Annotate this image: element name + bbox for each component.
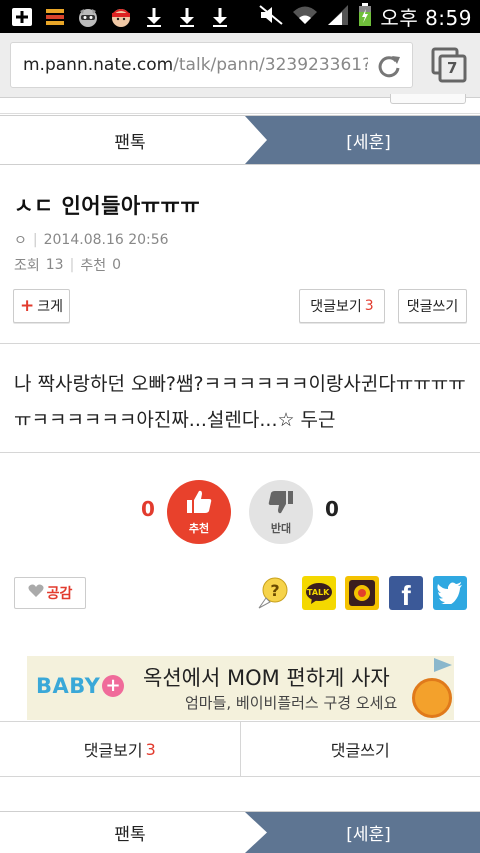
facebook-share-icon[interactable]: f: [389, 576, 423, 611]
ad-brand-text: BABY: [36, 674, 101, 698]
avatar-icon: [109, 6, 133, 28]
ad-brand: BABY +: [36, 674, 125, 698]
ad-plus-icon: +: [102, 674, 125, 697]
post-title: ㅅㄷ 인어들아ㅠㅠㅠ: [14, 194, 201, 218]
facebook-label: f: [401, 580, 411, 611]
empathy-label: 공감: [46, 586, 73, 602]
kakaotalk-share-icon[interactable]: TALK: [302, 576, 336, 610]
recommend-button[interactable]: 추천: [167, 480, 231, 544]
font-size-label: 크게: [37, 299, 63, 315]
bottom-write-comment-button[interactable]: 댓글쓰기: [239, 722, 480, 776]
kakaotalk-label: TALK: [307, 588, 330, 597]
stack-icon: [43, 6, 67, 28]
download-icon: [142, 6, 166, 28]
battery-icon: [358, 2, 372, 31]
bottom-tab-fantalk[interactable]: 팬톡: [0, 812, 260, 853]
download-icon: [208, 6, 232, 28]
view-comments-label: 댓글보기: [310, 299, 362, 315]
plus-icon: +: [19, 296, 35, 316]
bottom-comment-count: 3: [145, 739, 156, 759]
url-field[interactable]: m.pann.nate.com/talk/pann/323923361?cur: [10, 42, 413, 88]
browser-toolbar: m.pann.nate.com/talk/pann/323923361?cur …: [0, 33, 480, 98]
url-path: /talk/pann/323923361?cur: [173, 55, 368, 75]
recommend-label: 추천: [80, 258, 107, 274]
bottom-tab-sehun[interactable]: [세훈]: [245, 812, 480, 853]
post-date: 2014.08.16 20:56: [43, 232, 169, 248]
recommend-label: 추천: [188, 521, 210, 535]
divider: [0, 452, 480, 453]
font-size-button[interactable]: + 크게: [13, 289, 70, 323]
bottom-view-comments-button[interactable]: 댓글보기 3: [0, 722, 240, 776]
recommend-count: 0: [112, 257, 121, 273]
comment-count: 3: [364, 298, 374, 314]
tab-sehun[interactable]: [세훈]: [245, 116, 480, 164]
bottom-view-comments-label: 댓글보기: [83, 741, 143, 760]
post-meta: ㅇ | 2014.08.16 20:56: [14, 230, 169, 250]
reload-icon[interactable]: [376, 53, 402, 79]
empathy-button[interactable]: 공감: [14, 577, 86, 609]
download-icon: [175, 6, 199, 28]
stats-divider: |: [69, 257, 75, 273]
ad-subline: 엄마들, 베이비플러스 구경 오세요: [185, 694, 398, 712]
lion-mascot-icon: [412, 678, 452, 718]
post-body: 나 짝사랑하던 오빠?쌤?ㅋㅋㅋㅋㅋㅋ이랑사귄다ㅠㅠㅠㅠㅠㅋㅋㅋㅋㅋㅋ아진짜..…: [14, 373, 466, 431]
thumbs-down-icon: [266, 489, 296, 519]
write-comment-button[interactable]: 댓글쓰기: [398, 289, 467, 323]
raccoon-icon: [76, 6, 100, 28]
up-vote-count: 0: [141, 497, 155, 521]
ad-headline: 옥션에서 MOM 편하게 사자: [143, 666, 390, 690]
divider: [0, 343, 480, 344]
oppose-button[interactable]: 반대: [249, 480, 313, 544]
tab-switcher-button[interactable]: 7: [431, 47, 467, 83]
down-vote-count: 0: [325, 497, 339, 521]
svg-text:?: ?: [270, 581, 279, 600]
comment-bar: 댓글보기 3 댓글쓰기: [0, 721, 480, 777]
tab-count: 7: [447, 59, 458, 77]
kakaostory-share-icon[interactable]: [345, 576, 379, 610]
oppose-label: 반대: [270, 521, 292, 535]
views-label: 조회: [14, 258, 40, 274]
post-stats: 조회 13 | 추천 0: [14, 255, 121, 275]
write-comment-label: 댓글쓰기: [406, 299, 459, 315]
ad-banner[interactable]: BABY + 옥션에서 MOM 편하게 사자 엄마들, 베이비플러스 구경 오세요: [27, 656, 454, 720]
wifi-icon: [292, 4, 318, 30]
post-author[interactable]: ㅇ: [14, 230, 27, 250]
url-text: m.pann.nate.com/talk/pann/323923361?cur: [23, 55, 368, 75]
plus-box-icon: [10, 6, 34, 28]
mute-icon: [258, 4, 284, 30]
header-strip: [0, 94, 480, 114]
status-time: 오후 8:59: [380, 6, 472, 30]
twitter-share-icon[interactable]: [433, 576, 467, 610]
ad-choices-icon[interactable]: [434, 658, 452, 672]
channel-tabs-top: 팬톡 [세훈]: [0, 115, 480, 165]
tab-fantalk[interactable]: 팬톡: [0, 116, 260, 164]
channel-tabs-bottom: 팬톡 [세훈]: [0, 811, 480, 853]
header-strip-button[interactable]: [390, 94, 466, 104]
views-count: 13: [45, 257, 64, 273]
heart-icon: [28, 584, 44, 602]
thumbs-up-icon: [184, 489, 214, 519]
url-host: m.pann.nate.com: [23, 55, 174, 75]
view-comments-button[interactable]: 댓글보기 3: [299, 289, 385, 323]
bottom-write-comment-label: 댓글쓰기: [330, 741, 390, 760]
question-emoji-icon[interactable]: ?: [256, 576, 290, 610]
signal-icon: [326, 4, 350, 30]
status-bar: 오후 8:59: [0, 0, 480, 33]
meta-divider: |: [32, 232, 38, 248]
